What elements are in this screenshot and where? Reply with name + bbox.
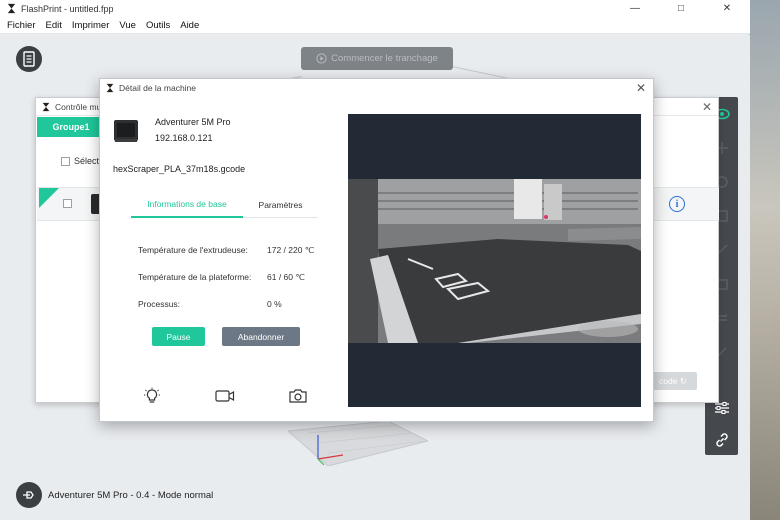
machine-ip: 192.168.0.121 bbox=[155, 133, 213, 143]
menu-outils[interactable]: Outils bbox=[146, 20, 170, 31]
start-slicing-button[interactable]: Commencer le tranchage bbox=[301, 47, 453, 70]
camera-feed-image bbox=[348, 179, 641, 343]
info-icon[interactable]: i bbox=[669, 196, 685, 212]
machine-detail-dialog: Détail de la machine ✕ Adventurer 5M Pro… bbox=[99, 78, 654, 422]
tab-basic-info[interactable]: Informations de base bbox=[131, 192, 243, 218]
close-icon[interactable]: ✕ bbox=[702, 100, 712, 114]
video-camera-icon[interactable] bbox=[215, 387, 235, 405]
link-icon[interactable] bbox=[713, 431, 730, 448]
printer-image bbox=[114, 120, 138, 142]
camera-view bbox=[348, 114, 641, 407]
title-bar: FlashPrint - untitled.fpp — □ ✕ bbox=[0, 0, 750, 17]
light-bulb-icon[interactable] bbox=[142, 387, 162, 405]
flashprint-logo-icon bbox=[7, 3, 16, 14]
file-menu-button[interactable] bbox=[16, 46, 42, 72]
menu-vue[interactable]: Vue bbox=[119, 20, 136, 31]
progress-value: 0 % bbox=[267, 299, 282, 309]
start-slicing-label: Commencer le tranchage bbox=[331, 53, 438, 64]
current-file: hexScraper_PLA_37m18s.gcode bbox=[113, 164, 246, 174]
machine-checkbox[interactable] bbox=[63, 199, 72, 208]
camera-snapshot-icon[interactable] bbox=[288, 387, 308, 405]
menu-edit[interactable]: Edit bbox=[46, 20, 62, 31]
machine-type-button[interactable] bbox=[16, 482, 42, 508]
document-icon bbox=[23, 51, 35, 67]
flashprint-logo-icon bbox=[42, 102, 50, 111]
detail-tabs: Informations de base Paramètres bbox=[131, 192, 318, 218]
pause-button[interactable]: Pause bbox=[152, 327, 205, 346]
dialog-title: Détail de la machine bbox=[119, 83, 197, 93]
print-bed-3d bbox=[288, 421, 428, 466]
extruder-temp-value: 172 / 220 ℃ bbox=[267, 245, 315, 255]
platform-temp-value: 61 / 60 ℃ bbox=[267, 272, 305, 282]
minimize-icon[interactable]: — bbox=[612, 0, 658, 17]
menu-aide[interactable]: Aide bbox=[180, 20, 199, 31]
machine-status-bar: Adventurer 5M Pro - 0.4 - Mode normal bbox=[16, 482, 213, 508]
play-icon bbox=[316, 53, 327, 64]
close-icon[interactable]: ✕ bbox=[636, 81, 646, 95]
machine-name: Adventurer 5M Pro bbox=[155, 117, 231, 127]
group-tab[interactable]: Groupe1 bbox=[37, 117, 105, 137]
close-icon[interactable]: ✕ bbox=[704, 0, 750, 17]
menu-fichier[interactable]: Fichier bbox=[7, 20, 36, 31]
window-title: FlashPrint - untitled.fpp bbox=[21, 3, 114, 14]
multi-control-title: Contrôle mu bbox=[55, 101, 102, 112]
menu-bar: Fichier Edit Imprimer Vue Outils Aide bbox=[0, 17, 750, 34]
progress-label: Processus: bbox=[138, 299, 181, 309]
tab-parameters[interactable]: Paramètres bbox=[243, 192, 318, 218]
platform-temp-label: Température de la plateforme: bbox=[138, 272, 252, 282]
machine-status-text: Adventurer 5M Pro - 0.4 - Mode normal bbox=[48, 489, 214, 501]
nozzle-icon bbox=[23, 491, 34, 499]
pin-badge bbox=[39, 188, 59, 208]
select-all-row[interactable]: Sélecti bbox=[61, 156, 101, 166]
maximize-icon[interactable]: □ bbox=[658, 0, 704, 17]
flashprint-logo-icon bbox=[106, 83, 114, 93]
select-all-label: Sélecti bbox=[74, 156, 102, 166]
extruder-temp-label: Température de l'extrudeuse: bbox=[138, 245, 248, 255]
flashprint-window: FlashPrint - untitled.fpp — □ ✕ Fichier … bbox=[0, 0, 750, 520]
start-print-ghost-button[interactable]: code ↻ bbox=[649, 372, 697, 390]
menu-imprimer[interactable]: Imprimer bbox=[72, 20, 109, 31]
select-all-checkbox[interactable] bbox=[61, 156, 70, 166]
abort-button[interactable]: Abandonner bbox=[222, 327, 300, 346]
